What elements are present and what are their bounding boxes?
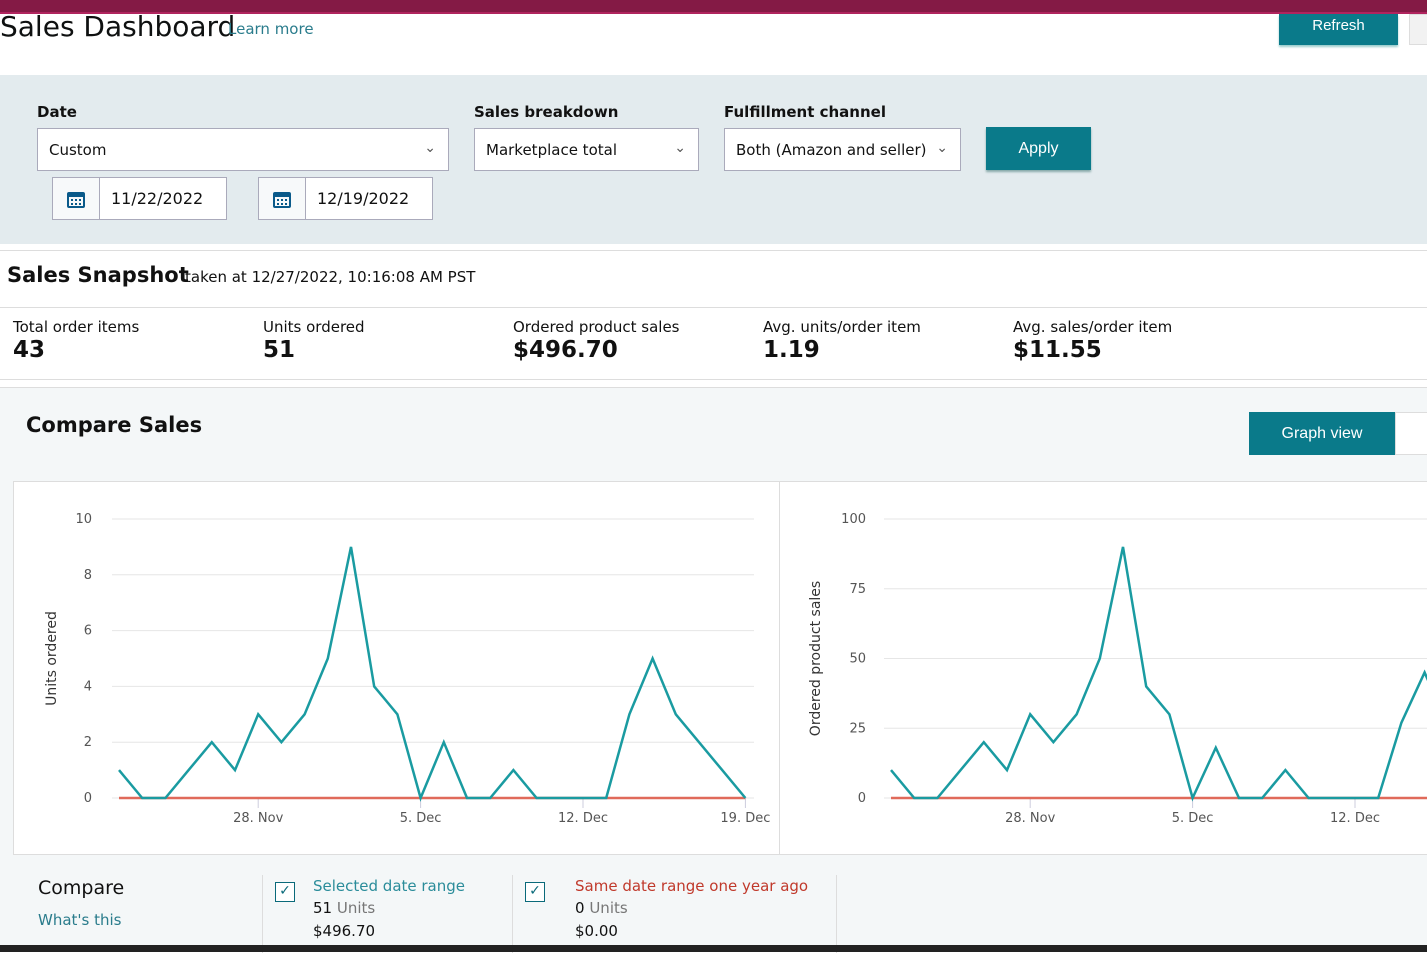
x-tick-label: 12. Dec — [1330, 811, 1380, 826]
units-word: Units — [336, 899, 376, 917]
metric-avg-units: Avg. units/order item 1.19 — [763, 318, 921, 363]
y-tick-label: 0 — [84, 791, 92, 806]
y-tick-label: 0 — [858, 791, 866, 806]
y-tick-label: 100 — [841, 512, 866, 527]
learn-more-link[interactable]: Learn more — [228, 20, 314, 38]
calendar-icon[interactable] — [53, 178, 100, 219]
divider — [262, 875, 263, 953]
start-date-value: 11/22/2022 — [111, 189, 204, 208]
chevron-down-icon: ⌄ — [674, 140, 686, 156]
table-view-button[interactable] — [1395, 412, 1427, 455]
date-label: Date — [37, 103, 77, 121]
compare-sales-section: Compare Sales Graph view 0 2 4 6 8 10 28. Nov 5… — [0, 387, 1427, 953]
taskbar — [0, 945, 1427, 952]
x-tick-label: 5. Dec — [1172, 811, 1214, 826]
snapshot-timestamp: taken at 12/27/2022, 10:16:08 AM PST — [185, 268, 476, 286]
x-tick-label: 19. Dec — [720, 811, 770, 826]
metric-label: Total order items — [13, 318, 140, 336]
units-word: Units — [589, 899, 628, 917]
y-tick-label: 6 — [84, 624, 92, 639]
snapshot-title: Sales Snapshot — [7, 263, 189, 287]
fulfillment-select[interactable]: Both (Amazon and seller) ⌄ — [724, 128, 961, 171]
end-date-value: 12/19/2022 — [317, 189, 410, 208]
metric-total-order-items: Total order items 43 — [13, 318, 139, 363]
breakdown-select[interactable]: Marketplace total ⌄ — [474, 128, 699, 171]
units-chart: 0 2 4 6 8 10 28. Nov 5. Dec 12. Dec 19. Dec Units … — [13, 481, 780, 855]
metric-value: 51 — [263, 337, 296, 363]
page-title: Sales Dashboard — [0, 10, 236, 43]
selected-range-checkbox[interactable]: ✓ — [275, 882, 295, 902]
y-tick-label: 10 — [75, 512, 92, 527]
fulfillment-label: Fulfillment channel — [724, 103, 886, 121]
y-tick-label: 8 — [84, 568, 92, 583]
metric-value: 43 — [13, 337, 46, 363]
y-tick-label: 50 — [849, 652, 866, 667]
chevron-down-icon: ⌄ — [424, 140, 436, 156]
year-ago-sales: $0.00 — [575, 922, 618, 940]
breakdown-label: Sales breakdown — [474, 103, 619, 121]
sales-snapshot: Sales Snapshot taken at 12/27/2022, 10:1… — [0, 250, 1427, 380]
chevron-down-icon: ⌄ — [936, 140, 948, 156]
metric-label: Avg. sales/order item — [1013, 318, 1173, 336]
series-line — [118, 546, 747, 802]
series-line — [890, 546, 1427, 802]
divider — [836, 875, 837, 953]
date-select-value: Custom — [49, 141, 107, 159]
metric-units-ordered: Units ordered 51 — [263, 318, 365, 363]
breakdown-select-value: Marketplace total — [486, 141, 617, 159]
metric-avg-sales: Avg. sales/order item $11.55 — [1013, 318, 1172, 363]
y-tick-label: 4 — [84, 679, 92, 694]
refresh-button[interactable]: Refresh — [1279, 14, 1398, 45]
y-tick-label: 2 — [84, 735, 92, 750]
x-tick-label: 28. Nov — [1005, 811, 1055, 826]
x-tick-label: 5. Dec — [400, 811, 442, 826]
x-tick-label: 12. Dec — [558, 811, 608, 826]
y-axis-label: Ordered product sales — [808, 581, 824, 736]
calendar-icon[interactable] — [259, 178, 306, 219]
metric-value: $496.70 — [513, 337, 618, 363]
graph-view-button[interactable]: Graph view — [1249, 412, 1395, 455]
end-date-field[interactable]: 12/19/2022 — [258, 177, 433, 220]
selected-sales: $496.70 — [313, 922, 376, 940]
year-ago-units: 0 — [575, 899, 585, 917]
year-ago-label: Same date range one year ago — [575, 877, 809, 895]
whats-this-link[interactable]: What's this — [38, 911, 122, 929]
selected-range-label: Selected date range — [313, 877, 465, 895]
sales-chart: 025507510028. Nov5. Dec12. Dec19. DecOrd… — [779, 481, 1427, 855]
compare-title: Compare Sales — [26, 413, 203, 437]
metric-label: Units ordered — [263, 318, 365, 336]
year-ago-checkbox[interactable]: ✓ — [525, 882, 545, 902]
start-date-field[interactable]: 11/22/2022 — [52, 177, 227, 220]
metric-value: $11.55 — [1013, 337, 1102, 363]
divider — [0, 307, 1427, 308]
divider — [512, 875, 513, 953]
y-axis-label: Units ordered — [44, 611, 60, 706]
x-tick-label: 28. Nov — [233, 811, 283, 826]
compare-label: Compare — [38, 877, 125, 899]
fulfillment-select-value: Both (Amazon and seller) — [736, 141, 927, 159]
date-select[interactable]: Custom ⌄ — [37, 128, 449, 171]
secondary-button[interactable] — [1409, 14, 1427, 45]
metric-ordered-product-sales: Ordered product sales $496.70 — [513, 318, 680, 363]
metric-label: Avg. units/order item — [763, 318, 921, 336]
metric-value: 1.19 — [763, 337, 820, 363]
metric-label: Ordered product sales — [513, 318, 680, 336]
apply-button[interactable]: Apply — [986, 127, 1091, 170]
y-tick-label: 75 — [849, 582, 866, 597]
filter-panel: Date Custom ⌄ Sales breakdown Marketplace… — [0, 75, 1427, 244]
selected-units: 51 — [313, 899, 333, 917]
y-tick-label: 25 — [849, 721, 866, 736]
